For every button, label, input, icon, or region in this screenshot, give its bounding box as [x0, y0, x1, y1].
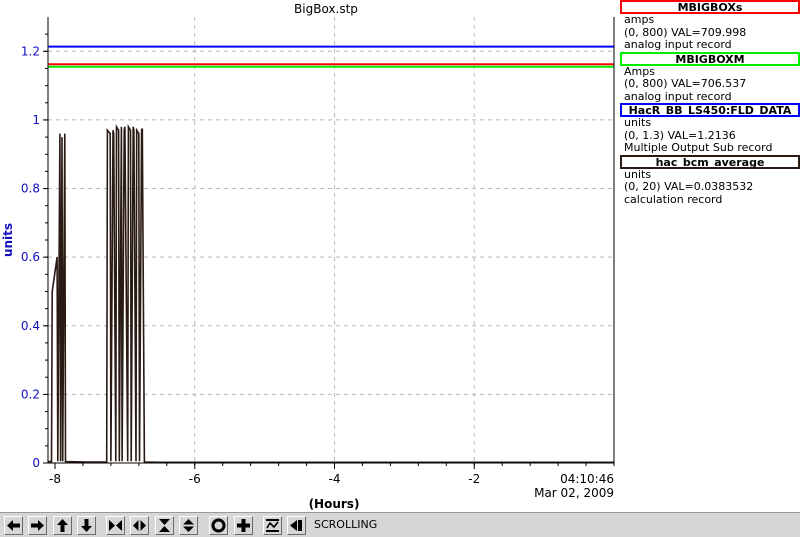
legend-unit: amps [624, 13, 655, 26]
pan-down-button[interactable] [77, 516, 96, 535]
zoom-in-icon [237, 519, 250, 532]
legend-pv-name[interactable]: hac_bcm_average [620, 154, 800, 169]
zoom-out-icon [211, 518, 226, 533]
y-tick-label: 1.2 [21, 44, 40, 58]
chart-title: BigBox.stp [294, 2, 358, 16]
compress-y-button[interactable] [155, 516, 174, 535]
legend-record-type: analog input record [624, 38, 732, 51]
scroll-left-icon [290, 520, 302, 531]
legend-record-type: calculation record [624, 192, 723, 206]
compress-vertical-icon [159, 519, 170, 532]
y-tick-label: 0.8 [21, 182, 40, 196]
expand-vertical-icon [183, 519, 194, 532]
x-tick-label: -6 [189, 472, 201, 486]
expand-horizontal-icon [133, 520, 146, 531]
arrow-up-icon [57, 519, 68, 532]
legend-entry: HacR_BB_LS450:FLD_DATA units (0, 1.3) VAL=… [620, 103, 800, 155]
legend-pv-name[interactable]: HacR_BB_LS450:FLD_DATA [620, 103, 800, 117]
scroll-back-button[interactable] [287, 516, 306, 535]
legend-range-value: (0, 800) VAL=706.537 [624, 77, 747, 90]
legend-range-value: (0, 20) VAL=0.0383532 [624, 180, 754, 193]
legend-panel: MBIGBOXs amps (0, 800) VAL=709.998 analog i… [620, 0, 800, 206]
legend-record-type: analog input record [624, 89, 732, 103]
legend-entry: MBIGBOXs amps (0, 800) VAL=709.998 analog i… [620, 0, 800, 52]
zoom-in-button[interactable] [234, 516, 253, 535]
compress-x-button[interactable] [106, 516, 125, 535]
x-tick-label: -2 [468, 472, 480, 486]
legend-entry: hac_bcm_average units (0, 20) VAL=0.038353… [620, 154, 800, 207]
y-tick-label: 0 [32, 456, 40, 470]
legend-pv-name[interactable]: MBIGBOXs [620, 0, 800, 14]
pan-left-button[interactable] [4, 516, 23, 535]
strip-chart: BigBox.stp 0 0.2 0.4 0.6 0.8 1 1.2 -8 -6 -4 -2 un… [1, 2, 615, 511]
expand-x-button[interactable] [130, 516, 149, 535]
legend-record-type: Multiple Output Sub record [624, 141, 773, 154]
arrow-right-icon [31, 520, 44, 531]
auto-scale-button[interactable] [263, 516, 282, 535]
auto-scale-icon [266, 519, 279, 532]
time-label: 04:10:46 [560, 472, 614, 486]
x-tick-label: -4 [329, 472, 341, 486]
arrow-left-icon [7, 520, 20, 531]
legend-entry: MBIGBOXM Amps (0, 800) VAL=706.537 analog i… [620, 51, 800, 104]
pan-up-button[interactable] [53, 516, 72, 535]
toolbar: SCROLLING [0, 512, 800, 537]
scroll-status: SCROLLING [314, 518, 378, 531]
zoom-out-button[interactable] [209, 516, 228, 535]
legend-pv-name[interactable]: MBIGBOXM [620, 51, 800, 66]
x-tick-label: -8 [49, 472, 61, 486]
y-tick-label: 1 [32, 113, 40, 127]
y-tick-label: 0.4 [21, 319, 40, 333]
pan-right-button[interactable] [28, 516, 47, 535]
compress-horizontal-icon [109, 520, 122, 531]
x-axis-label: (Hours) [309, 497, 360, 511]
y-axis-label: units [1, 223, 15, 257]
expand-y-button[interactable] [179, 516, 198, 535]
y-tick-label: 0.6 [21, 250, 40, 264]
arrow-down-icon [81, 519, 92, 532]
y-tick-label: 0.2 [21, 387, 40, 401]
legend-unit: units [624, 116, 652, 129]
date-label: Mar 02, 2009 [534, 486, 614, 500]
